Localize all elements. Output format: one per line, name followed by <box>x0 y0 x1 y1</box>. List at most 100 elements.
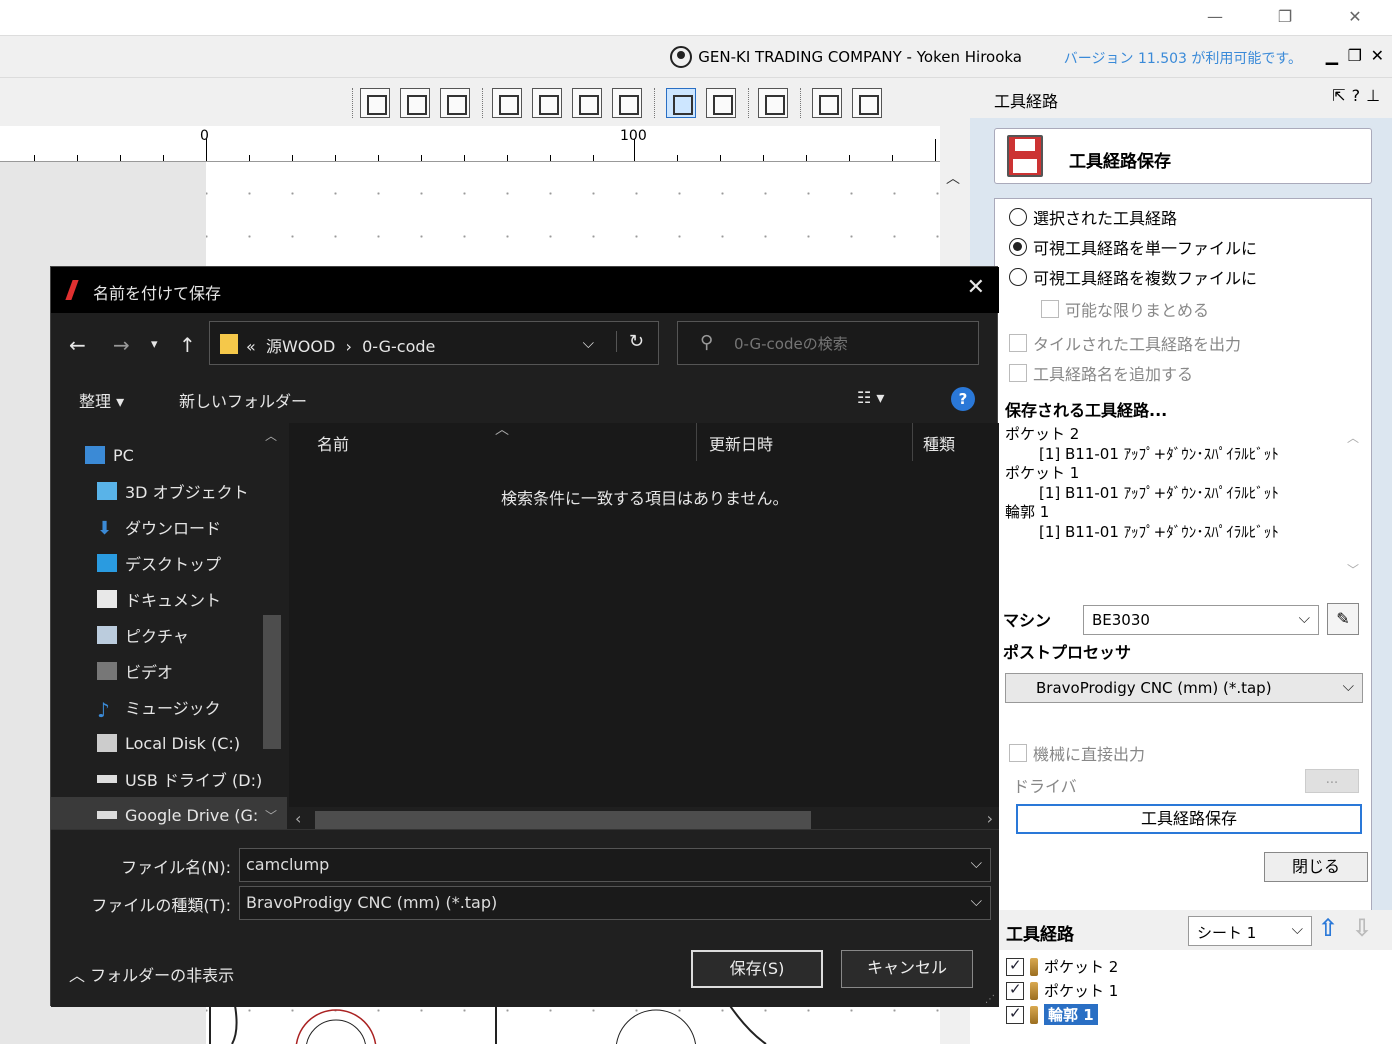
checkbox[interactable] <box>1009 334 1027 352</box>
column-header-type[interactable]: 種類 <box>913 423 999 461</box>
filename-input[interactable]: camclump ⌵ <box>239 848 991 882</box>
checkbox[interactable] <box>1009 744 1027 762</box>
add-name-label: 工具経路名を追加する <box>1033 365 1194 384</box>
tree-icon[interactable] <box>758 88 788 118</box>
checkbox[interactable] <box>1009 364 1027 382</box>
radio-button[interactable] <box>1009 208 1027 226</box>
chevron-down-icon[interactable]: ﹀ <box>265 807 277 824</box>
view-options-icon[interactable]: ☷ ▾ <box>857 388 884 407</box>
breadcrumb-parent[interactable]: 源WOOD <box>266 337 335 356</box>
driver-browse-button[interactable]: ... <box>1305 769 1359 793</box>
up-arrow-icon[interactable]: ↑ <box>179 333 196 357</box>
merge-checkbox[interactable]: 可能な限りまとめる <box>1041 297 1209 321</box>
checkbox[interactable] <box>1006 1004 1024 1024</box>
back-arrow-icon[interactable]: ← <box>69 333 86 357</box>
move-up-icon[interactable]: ⇧ <box>1318 914 1338 942</box>
search-box[interactable]: ⚲ <box>677 321 979 365</box>
scrollbar-thumb[interactable] <box>263 615 281 749</box>
chevron-down-icon[interactable]: ⌵ <box>971 892 982 910</box>
sheet-select[interactable]: シート 1 ⌵ <box>1188 916 1312 946</box>
nav-item-label: ダウンロード <box>125 519 222 538</box>
radio-visible-single-file[interactable]: 可視工具経路を単一ファイルに <box>1009 235 1257 259</box>
view-2d-icon[interactable] <box>360 88 390 118</box>
view-layout-icon[interactable] <box>400 88 430 118</box>
drill-bit-icon <box>1030 957 1038 976</box>
refresh-icon[interactable]: ↻ <box>615 331 644 352</box>
checkbox[interactable] <box>1041 300 1059 318</box>
scroll-up-icon[interactable]: ︿ <box>946 168 960 188</box>
chevron-up-icon[interactable]: ︿ <box>265 427 277 444</box>
layout-horizontal-icon[interactable] <box>812 88 842 118</box>
toolpath-view-icon[interactable] <box>666 88 696 118</box>
restore-icon[interactable]: ❐ <box>1262 4 1308 30</box>
close-button[interactable]: 閉じる <box>1264 852 1368 882</box>
close-icon[interactable]: ✕ <box>967 275 985 300</box>
chevron-left-icon[interactable]: ‹ <box>295 809 301 828</box>
help-icon[interactable]: ? <box>951 387 975 411</box>
save-toolpath-button[interactable]: 工具経路保存 <box>1016 804 1362 834</box>
address-bar[interactable]: « 源WOOD › 0-G-code ⌵ ↻ <box>209 321 659 365</box>
nav-item-google-drive[interactable]: Google Drive (G: <box>51 797 287 833</box>
organize-button[interactable]: 整理 ▾ <box>79 388 124 412</box>
nav-item-pc[interactable]: PC <box>85 437 275 473</box>
hide-folders-toggle[interactable]: ︿ フォルダーの非表示 <box>69 962 234 986</box>
nav-item-label: ミュージック <box>125 699 221 718</box>
zoom-icon[interactable] <box>532 88 562 118</box>
direct-output-checkbox[interactable]: 機械に直接出力 <box>1009 741 1145 765</box>
scrollbar-thumb[interactable] <box>315 811 811 831</box>
search-input[interactable] <box>734 332 964 356</box>
panel-dock-icon[interactable]: ⇱ <box>1332 86 1345 105</box>
resize-grip-icon[interactable]: ⋰ <box>985 994 995 1005</box>
move-down-icon[interactable]: ⇩ <box>1352 914 1372 942</box>
zoom-fit-icon[interactable] <box>572 88 602 118</box>
chevron-down-icon[interactable]: ⌵ <box>971 854 982 872</box>
mdi-restore-icon[interactable]: ❐ <box>1348 46 1362 65</box>
checkbox[interactable] <box>1006 956 1024 976</box>
chevron-up-icon[interactable]: ︿ <box>1347 429 1359 446</box>
layout-vertical-icon[interactable] <box>852 88 882 118</box>
toolpath-preview-icon[interactable] <box>706 88 736 118</box>
version-link[interactable]: バージョン 11.503 が利用可能です。 <box>1064 48 1302 68</box>
tree-item[interactable]: 輪郭 1 <box>1006 1004 1098 1025</box>
chevron-down-icon[interactable]: ﹀ <box>1347 561 1359 578</box>
column-header-date[interactable]: 更新日時 <box>697 423 913 461</box>
edit-machine-button[interactable]: ✎ <box>1327 603 1359 635</box>
filetype-select[interactable]: BravoProdigy CNC (mm) (*.tap) ⌵ <box>239 886 991 920</box>
navigation-scrollbar[interactable]: ︿ ﹀ <box>259 423 285 827</box>
chevron-down-icon[interactable]: ⌵ <box>583 334 594 352</box>
postprocessor-select[interactable]: BravoProdigy CNC (mm) (*.tap) ⌵ <box>1005 673 1363 703</box>
zoom-selection-icon[interactable] <box>612 88 642 118</box>
tiled-checkbox[interactable]: タイルされた工具経路を出力 <box>1009 331 1241 355</box>
mdi-minimize-icon[interactable]: ▁ <box>1326 46 1338 65</box>
minimize-icon[interactable]: — <box>1192 4 1238 30</box>
postprocessor-label: ポストプロセッサ <box>1003 643 1132 662</box>
radio-visible-multiple-files[interactable]: 可視工具経路を複数ファイルに <box>1009 265 1257 289</box>
close-window-icon[interactable]: ✕ <box>1332 4 1378 30</box>
column-header-name[interactable]: 名前 ︿ <box>289 422 697 461</box>
chevron-right-icon[interactable]: › <box>987 809 993 828</box>
recent-dropdown-icon[interactable]: ▾ <box>151 337 158 352</box>
radio-selected-toolpaths[interactable]: 選択された工具経路 <box>1009 205 1177 229</box>
mdi-close-icon[interactable]: ✕ <box>1371 46 1384 65</box>
breadcrumb-overflow[interactable]: « <box>246 337 256 356</box>
film-icon <box>97 662 117 680</box>
cancel-button[interactable]: キャンセル <box>841 950 973 988</box>
checkbox[interactable] <box>1006 980 1024 1000</box>
help-icon[interactable]: ? <box>1352 86 1361 105</box>
machine-select[interactable]: BE3030 ⌵ <box>1083 605 1319 635</box>
add-name-checkbox[interactable]: 工具経路名を追加する <box>1009 361 1193 385</box>
tree-item-label: ポケット 1 <box>1044 982 1119 1000</box>
tree-item[interactable]: ポケット 2 <box>1006 956 1118 977</box>
breadcrumb-current[interactable]: 0-G-code <box>362 337 435 356</box>
tree-item[interactable]: ポケット 1 <box>1006 980 1118 1001</box>
pin-icon[interactable]: ⊥ <box>1366 86 1380 105</box>
new-folder-button[interactable]: 新しいフォルダー <box>179 388 307 412</box>
forward-arrow-icon[interactable]: → <box>113 333 130 357</box>
grid-icon[interactable] <box>440 88 470 118</box>
pan-icon[interactable] <box>492 88 522 118</box>
radio-button[interactable] <box>1009 238 1027 256</box>
save-button[interactable]: 保存(S) <box>691 950 823 988</box>
radio-button[interactable] <box>1009 268 1027 286</box>
toolbar-separator <box>654 88 656 118</box>
list-scrollbar[interactable]: ︿ ﹀ <box>1347 425 1365 585</box>
